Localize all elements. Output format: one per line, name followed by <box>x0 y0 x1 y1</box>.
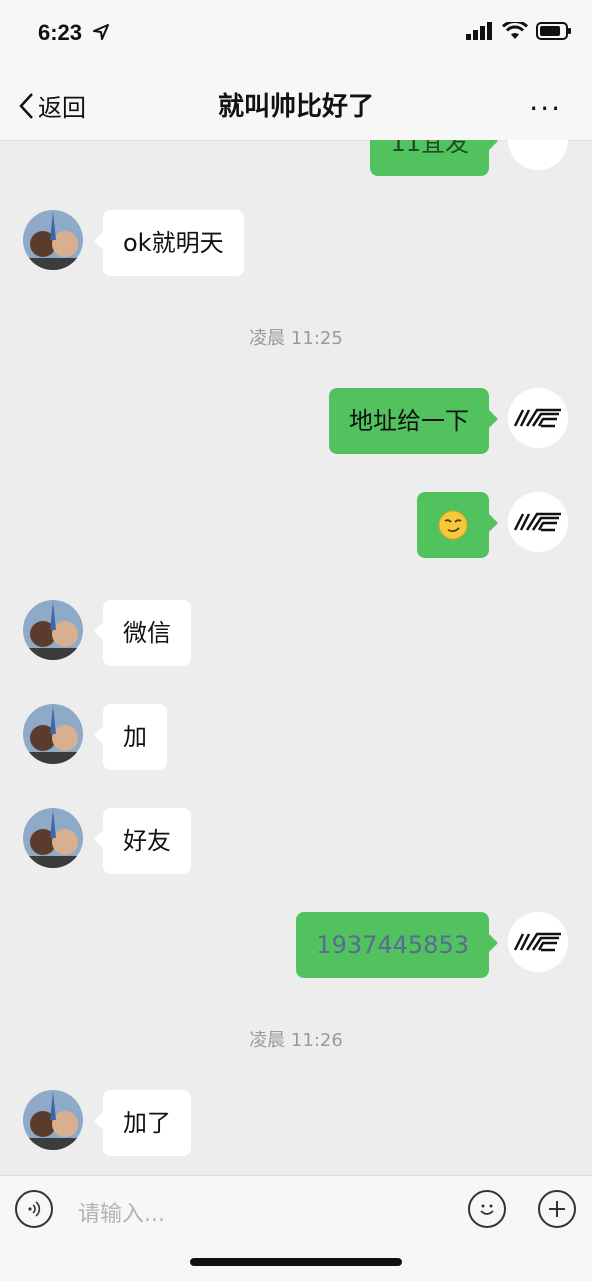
message-bubble-incoming[interactable]: 加 <box>94 704 167 770</box>
plus-icon <box>549 1201 565 1217</box>
message-timestamp: 凌晨 11:25 <box>249 328 343 349</box>
logo-avatar-icon <box>513 932 561 952</box>
message-input[interactable]: 请输入... <box>78 1196 165 1228</box>
message-bubble-outgoing[interactable] <box>417 492 498 558</box>
add-button[interactable] <box>538 1190 576 1228</box>
my-avatar[interactable] <box>508 388 568 448</box>
contact-avatar[interactable] <box>23 704 83 764</box>
message-bubble-incoming[interactable]: ok就明天 <box>94 210 244 276</box>
voice-button[interactable] <box>15 1190 53 1228</box>
contact-avatar[interactable] <box>23 808 83 868</box>
cellular-signal-icon <box>466 22 492 40</box>
message-bubble-incoming[interactable]: 好友 <box>94 808 191 874</box>
location-arrow-icon <box>93 24 109 40</box>
battery-icon <box>536 22 571 40</box>
more-options-button[interactable]: ··· <box>529 92 562 125</box>
home-indicator[interactable] <box>190 1258 402 1266</box>
my-avatar[interactable] <box>508 140 568 170</box>
emoji-icon <box>480 1204 494 1215</box>
message-bubble-outgoing[interactable]: 地址给一下 <box>329 388 498 454</box>
logo-avatar-icon <box>513 512 561 532</box>
contact-avatar[interactable] <box>23 210 83 270</box>
logo-avatar-icon <box>513 408 561 428</box>
status-bar: 6:23 <box>0 0 592 70</box>
status-time: 6:23 <box>38 20 83 45</box>
contact-avatar[interactable] <box>23 600 83 660</box>
emoji-button[interactable] <box>468 1190 506 1228</box>
message-bubble-incoming[interactable]: 加了 <box>94 1090 191 1156</box>
message-list[interactable]: 11宜发 ok就明天 凌晨 11:25 地址给一下 微信 加 好友 193744… <box>0 140 592 1175</box>
smirk-emoji-icon <box>438 510 468 540</box>
message-bubble-outgoing[interactable]: 11宜发 <box>370 140 498 176</box>
chat-header: 返回 就叫帅比好了 ··· <box>0 70 592 141</box>
contact-avatar[interactable] <box>23 1090 83 1150</box>
my-avatar[interactable] <box>508 492 568 552</box>
message-timestamp: 凌晨 11:26 <box>249 1030 343 1051</box>
status-icons <box>466 22 572 40</box>
my-avatar[interactable] <box>508 912 568 972</box>
voice-icon <box>28 1201 41 1217</box>
chat-title: 就叫帅比好了 <box>217 92 374 122</box>
wifi-icon <box>502 22 528 39</box>
message-bubble-outgoing[interactable]: 1937445853 <box>296 912 498 978</box>
message-bubble-incoming[interactable]: 微信 <box>94 600 191 666</box>
